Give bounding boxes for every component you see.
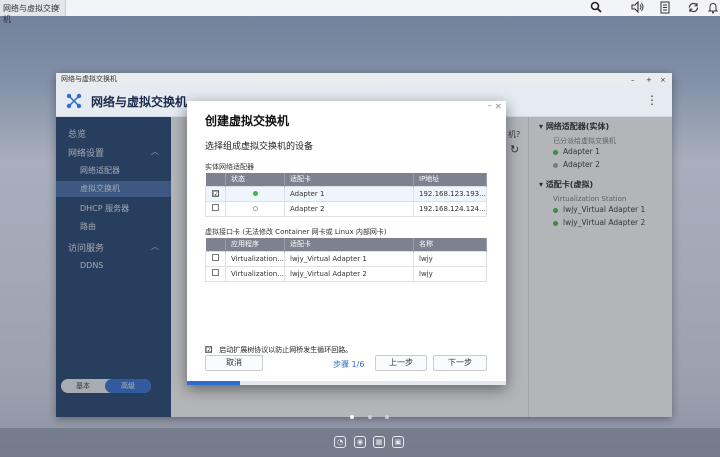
row-checkbox[interactable]: ☑: [212, 189, 219, 197]
window-titlebar[interactable]: 网络与虚拟交换机 – + ×: [56, 73, 672, 85]
column-header: 适配卡: [284, 173, 414, 186]
dialog-minimize-icon[interactable]: –: [488, 101, 493, 111]
table-row[interactable]: Virtualization... lwjy_Virtual Adapter 1…: [205, 250, 487, 267]
page-indicator-dot[interactable]: [385, 415, 389, 419]
table-row[interactable]: Virtualization... lwjy_Virtual Adapter 2…: [205, 265, 487, 282]
adapter-cell: Adapter 1: [284, 185, 414, 202]
ip-cell: 192.168.124.124...: [413, 200, 487, 217]
taskbar: 网络与虚拟交换机 ×: [0, 0, 720, 24]
ip-cell: 192.168.123.193...: [413, 185, 487, 202]
column-header: IP地址: [413, 173, 487, 186]
taskbar-tab-network-switch[interactable]: 网络与虚拟交换机 ×: [0, 0, 66, 24]
wizard-progress-fill: [187, 381, 241, 385]
bottom-dock: ◔ ◉ ▦ ▣: [0, 428, 720, 457]
name-cell: lwjy: [413, 250, 487, 267]
step-indicator: 步骤 1/6: [333, 360, 365, 369]
adapter-cell: lwjy_Virtual Adapter 1: [284, 250, 414, 267]
table-row[interactable]: ☑ Adapter 1 192.168.123.193...: [205, 185, 487, 202]
row-checkbox[interactable]: [212, 269, 219, 276]
table-row[interactable]: Adapter 2 192.168.124.124...: [205, 200, 487, 217]
dialog-title: 创建虚拟交换机: [205, 114, 290, 128]
taskbar-tab-close-icon[interactable]: ×: [54, 2, 61, 11]
more-options-icon[interactable]: ⋮: [646, 93, 658, 107]
notes-icon[interactable]: [660, 1, 670, 18]
window-title: 网络与虚拟交换机: [61, 75, 117, 83]
stp-option[interactable]: ☑ 启动扩展树协议以防止网桥发生循环回路。: [205, 345, 352, 355]
stp-checkbox[interactable]: ☑: [205, 346, 212, 354]
status-connected-icon: [252, 190, 258, 196]
wizard-progress-bar: [187, 381, 506, 385]
dialog-close-icon[interactable]: ×: [494, 102, 502, 112]
next-button[interactable]: 下一步: [433, 355, 487, 371]
previous-button[interactable]: 上一步: [375, 355, 427, 371]
column-header: 应用程序: [225, 238, 285, 251]
page-indicator-dot[interactable]: [350, 415, 354, 419]
adapter-cell: Adapter 2: [284, 200, 414, 217]
adapter-cell: lwjy_Virtual Adapter 2: [284, 265, 414, 282]
column-header: 状态: [225, 173, 285, 186]
dock-app-icon[interactable]: ▦: [373, 436, 385, 448]
physical-adapter-section-label: 实体网络适配器: [205, 163, 254, 171]
create-virtual-switch-dialog: – × 创建虚拟交换机 选择组成虚拟交换机的设备 实体网络适配器 状态 适配卡 …: [187, 101, 506, 385]
cancel-button[interactable]: 取消: [205, 355, 263, 371]
virtual-adapter-section-label: 虚拟接口卡 (无法修改 Container 网卡或 Linux 内部网卡): [205, 228, 387, 236]
physical-adapter-table: 状态 适配卡 IP地址 ☑ Adapter 1 192.168.123.193.…: [205, 173, 487, 217]
virtual-adapter-table: 应用程序 适配卡 名称 Virtualization... lwjy_Virtu…: [205, 238, 487, 282]
dock-app-icon[interactable]: ◔: [334, 436, 346, 448]
status-disconnected-icon: [252, 205, 258, 211]
dialog-subtitle: 选择组成虚拟交换机的设备: [205, 142, 314, 152]
column-header: 名称: [413, 238, 487, 251]
stp-label: 启动扩展树协议以防止网桥发生循环回路。: [219, 346, 353, 354]
app-cell: Virtualization...: [225, 265, 285, 282]
select-all-header: [205, 238, 226, 251]
network-switch-logo-icon: [66, 93, 82, 109]
sync-icon[interactable]: [687, 1, 700, 18]
row-checkbox[interactable]: [212, 254, 219, 261]
notification-icon[interactable]: [707, 1, 719, 18]
app-title: 网络与虚拟交换机: [91, 95, 188, 109]
dock-app-icon[interactable]: ▣: [392, 436, 404, 448]
app-cell: Virtualization...: [225, 250, 285, 267]
page-indicator-dot[interactable]: [368, 415, 372, 419]
select-all-header: [205, 173, 226, 186]
row-checkbox[interactable]: [212, 204, 219, 211]
dock-app-icon[interactable]: ◉: [354, 436, 366, 448]
search-icon[interactable]: [590, 1, 602, 17]
volume-icon[interactable]: [631, 0, 645, 17]
name-cell: lwjy: [413, 265, 487, 282]
column-header: 适配卡: [284, 238, 414, 251]
